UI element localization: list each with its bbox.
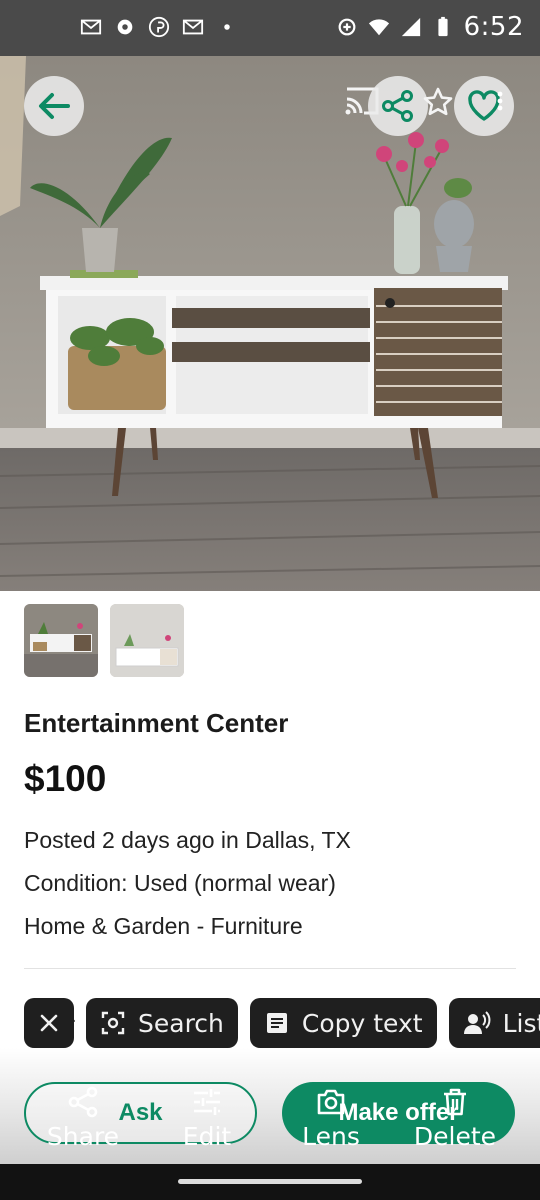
lens-camera-icon xyxy=(317,1089,345,1115)
share-action[interactable]: Share xyxy=(33,1086,133,1151)
listen-icon xyxy=(463,1011,490,1034)
copy-text-chip-button[interactable]: Copy text xyxy=(249,998,437,1048)
home-gesture-handle[interactable] xyxy=(178,1179,362,1184)
condition-info: Condition: Used (normal wear) xyxy=(24,870,336,896)
delete-action[interactable]: Delete xyxy=(405,1086,505,1151)
edit-action-label: Edit xyxy=(182,1122,232,1151)
heart-icon xyxy=(468,90,503,121)
gmail-icon xyxy=(80,19,102,35)
share-button[interactable] xyxy=(368,76,428,136)
listing-price: $100 xyxy=(24,758,107,799)
thumbnail-image xyxy=(24,604,98,677)
thumbnail-2[interactable] xyxy=(110,604,184,677)
search-chip-label: Search xyxy=(138,1008,224,1038)
data-saver-icon xyxy=(338,18,356,36)
listing-title: Entertainment Center xyxy=(24,708,289,738)
battery-icon xyxy=(438,16,448,37)
share-icon xyxy=(382,90,413,122)
wifi-icon xyxy=(368,19,389,36)
star-icon[interactable] xyxy=(422,86,454,118)
dot-icon xyxy=(224,24,230,30)
signal-icon xyxy=(401,17,420,37)
product-photo-image xyxy=(0,56,540,591)
lens-search-icon xyxy=(101,1011,125,1035)
favorite-button[interactable] xyxy=(454,76,514,136)
listen-chip-label: List xyxy=(502,1008,540,1038)
posted-info: Posted 2 days ago in Dallas, TX xyxy=(24,827,351,853)
notification-icons xyxy=(80,16,238,38)
settings-icon xyxy=(117,19,133,35)
delete-action-label: Delete xyxy=(413,1122,497,1151)
search-chip-button[interactable]: Search xyxy=(86,998,238,1048)
listen-chip-button[interactable]: List xyxy=(448,998,540,1048)
thumbnail-image xyxy=(110,604,184,677)
thumbnail-strip xyxy=(24,604,184,677)
more-icon xyxy=(497,91,503,97)
trash-icon xyxy=(444,1088,466,1116)
pinterest-icon xyxy=(148,16,170,38)
status-bar: 6:52 xyxy=(0,0,540,56)
share-icon xyxy=(68,1086,98,1118)
lens-action-label: Lens xyxy=(302,1122,360,1151)
back-button[interactable] xyxy=(24,76,84,136)
lens-action[interactable]: Lens xyxy=(281,1086,381,1151)
product-photo[interactable] xyxy=(0,56,540,591)
copy-text-chip-label: Copy text xyxy=(301,1008,423,1038)
tune-icon xyxy=(194,1089,220,1115)
edit-action[interactable]: Edit xyxy=(157,1086,257,1151)
close-icon xyxy=(40,1014,58,1032)
back-arrow-icon xyxy=(39,93,70,119)
share-action-label: Share xyxy=(46,1122,120,1151)
close-chip-button[interactable] xyxy=(24,998,74,1048)
document-icon xyxy=(266,1013,287,1033)
section-divider xyxy=(24,968,516,969)
thumbnail-1[interactable] xyxy=(24,604,98,677)
gmail-icon xyxy=(182,19,204,35)
lens-chip-row: Search Copy text List xyxy=(24,998,540,1048)
category-link[interactable]: Home & Garden - Furniture xyxy=(24,913,303,940)
status-time: 6:52 xyxy=(463,12,524,42)
